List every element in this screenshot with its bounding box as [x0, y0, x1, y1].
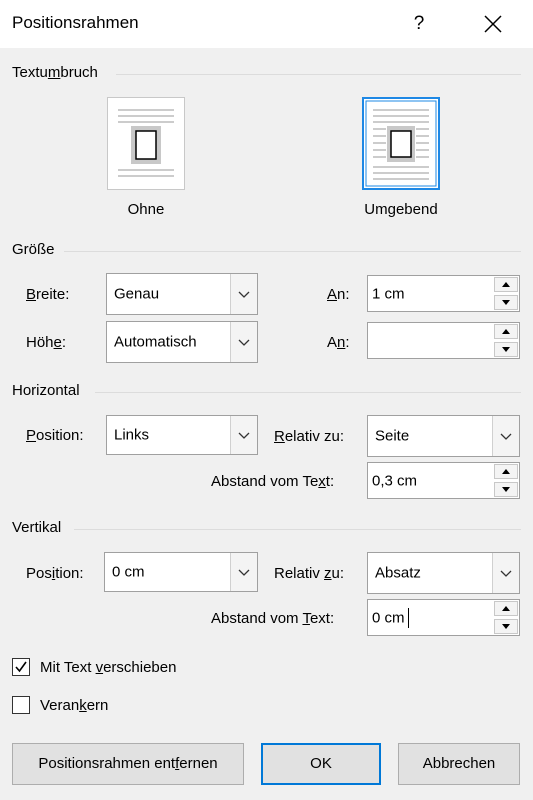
checkmark-icon [15, 661, 27, 673]
horizontal-relativ-value: Seite [375, 427, 410, 445]
spin-up-icon[interactable] [494, 601, 518, 616]
textumbruch-separator [116, 74, 521, 75]
vertikal-abstand-spinner[interactable]: 0 cm [367, 599, 520, 636]
text-cursor [408, 607, 409, 628]
chevron-down-icon [492, 553, 519, 593]
hoehe-value: Automatisch [114, 333, 197, 351]
help-button[interactable]: ? [402, 8, 436, 40]
dialog-title: Positionsrahmen [12, 13, 139, 32]
horizontal-abstand-label: Abstand vom Text: [211, 473, 335, 490]
vertikal-relativ-dropdown[interactable]: Absatz [367, 552, 520, 594]
verankern-checkbox[interactable] [12, 696, 30, 714]
wrap-none-icon [118, 109, 174, 177]
breite-an-spinner[interactable]: 1 cm [367, 275, 520, 312]
wrap-around-label[interactable]: Umgebend [346, 201, 456, 218]
chevron-down-icon [492, 416, 519, 456]
verankern-label[interactable]: Verankern [40, 697, 108, 714]
spin-down-icon[interactable] [494, 295, 518, 310]
spin-down-icon[interactable] [494, 482, 518, 497]
breite-dropdown[interactable]: Genau [106, 273, 258, 315]
vertikal-relativ-value: Absatz [375, 564, 421, 582]
spin-up-icon[interactable] [494, 277, 518, 292]
horizontal-separator [95, 392, 521, 393]
chevron-down-icon [230, 274, 257, 314]
vertikal-position-value: 0 cm [112, 563, 145, 581]
breite-value: Genau [114, 285, 160, 303]
breite-an-value: 1 cm [372, 285, 405, 302]
chevron-down-icon [230, 322, 257, 362]
wrap-around-icon [365, 100, 437, 187]
ok-button[interactable]: OK [261, 743, 381, 785]
groesse-group-label: Größe [12, 241, 55, 258]
spin-up-icon[interactable] [494, 464, 518, 479]
close-icon [484, 15, 502, 33]
chevron-down-icon [230, 553, 257, 591]
vertikal-abstand-value: 0 cm [372, 609, 405, 626]
vertikal-abstand-label: Abstand vom Text: [211, 610, 335, 627]
remove-frame-button[interactable]: Positionsrahmen entfernen [12, 743, 244, 785]
vertikal-position-label: Position: [26, 565, 84, 582]
vertikal-group-label: Vertikal [12, 519, 62, 536]
wrap-around-option[interactable] [362, 97, 440, 190]
wrap-none-option[interactable] [107, 97, 185, 190]
hoehe-label: Höhe: [26, 334, 67, 351]
hoehe-an-spinner[interactable] [367, 322, 520, 359]
horizontal-group-label: Horizontal [12, 382, 80, 399]
wrap-none-label[interactable]: Ohne [107, 201, 185, 218]
vertikal-position-combo[interactable]: 0 cm [104, 552, 258, 592]
breite-an-label: An: [327, 286, 350, 303]
spin-down-icon[interactable] [494, 342, 518, 357]
hoehe-an-label: An: [327, 334, 350, 351]
horizontal-relativ-label: Relativ zu: [274, 428, 345, 445]
cancel-button[interactable]: Abbrechen [398, 743, 520, 785]
horizontal-relativ-dropdown[interactable]: Seite [367, 415, 520, 457]
breite-label: Breite: [26, 286, 70, 303]
hoehe-dropdown[interactable]: Automatisch [106, 321, 258, 363]
horizontal-position-label: Position: [26, 427, 84, 444]
spin-up-icon[interactable] [494, 324, 518, 339]
chevron-down-icon [230, 416, 257, 454]
textumbruch-group-label: Textumbruch [12, 64, 98, 81]
mit-text-verschieben-label[interactable]: Mit Text verschieben [40, 659, 176, 676]
horizontal-abstand-value: 0,3 cm [372, 472, 418, 489]
groesse-separator [64, 251, 521, 252]
horizontal-position-value: Links [114, 426, 150, 444]
horizontal-position-dropdown[interactable]: Links [106, 415, 258, 455]
close-button[interactable] [476, 8, 510, 40]
horizontal-abstand-spinner[interactable]: 0,3 cm [367, 462, 520, 499]
mit-text-verschieben-checkbox[interactable] [12, 658, 30, 676]
vertikal-separator [74, 529, 521, 530]
spin-down-icon[interactable] [494, 619, 518, 634]
vertikal-relativ-label: Relativ zu: [274, 565, 345, 582]
